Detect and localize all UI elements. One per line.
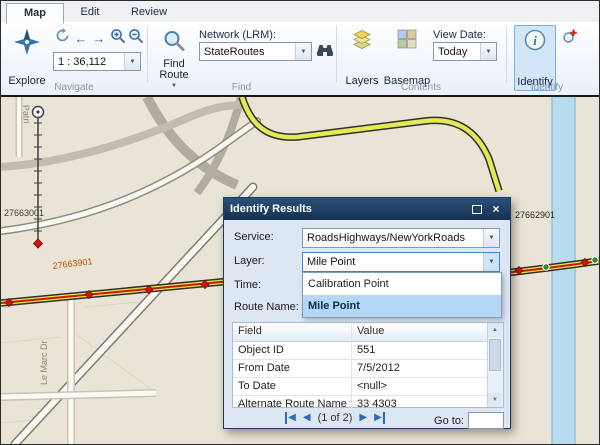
pagination: ◀ ◀ (1 of 2) ▶ ▶ xyxy=(224,412,446,424)
back-button[interactable]: ← xyxy=(72,29,90,47)
group-label-navigate: Navigate xyxy=(1,82,147,93)
chevron-down-icon[interactable]: ▼ xyxy=(124,53,140,70)
identify-route-button[interactable] xyxy=(561,29,579,47)
chevron-down-icon[interactable]: ▼ xyxy=(483,229,499,247)
value-cell: <null> xyxy=(352,378,488,395)
dialog-title: Identify Results xyxy=(230,203,466,215)
dropdown-option-mile-point[interactable]: Mile Point xyxy=(303,295,501,317)
arrow-left-icon: ← xyxy=(75,32,88,45)
zoom-out-icon xyxy=(128,28,144,49)
dropdown-option-calibration-point[interactable]: Calibration Point xyxy=(303,273,501,295)
layer-combo[interactable]: Mile Point ▼ xyxy=(302,252,500,272)
layers-button[interactable]: Layers xyxy=(342,26,382,90)
chevron-down-icon[interactable]: ▼ xyxy=(295,43,311,60)
column-header-field[interactable]: Field xyxy=(233,323,352,341)
view-date-value: Today xyxy=(434,46,480,58)
value-cell: 33 4303 xyxy=(352,396,488,413)
maximize-icon[interactable] xyxy=(469,202,485,216)
tab-review[interactable]: Review xyxy=(118,3,180,22)
svg-text:i: i xyxy=(533,33,537,48)
goto-input[interactable] xyxy=(468,412,504,429)
field-cell: Object ID xyxy=(233,342,352,359)
table-header-row: Field Value xyxy=(233,323,503,342)
search-routes-button[interactable] xyxy=(315,42,335,61)
scale-combo[interactable]: 1 : 36,112 ▼ xyxy=(53,52,141,71)
route-label-27662901: 27662901 xyxy=(515,210,555,220)
layers-icon xyxy=(352,29,372,52)
tab-edit[interactable]: Edit xyxy=(64,3,116,22)
forward-button[interactable]: → xyxy=(90,29,108,47)
layer-dropdown-list: Calibration Point Mile Point xyxy=(302,272,502,318)
scroll-up-icon[interactable]: ▲ xyxy=(488,323,502,337)
group-label-identify: Identify xyxy=(506,82,588,93)
layer-value: Mile Point xyxy=(303,256,483,268)
ribbon-tabbar: Map Edit Review xyxy=(1,1,599,23)
service-label: Service: xyxy=(234,231,274,243)
network-lrm-label: Network (LRM): xyxy=(199,29,276,41)
basemap-icon xyxy=(397,29,417,52)
next-page-button[interactable]: ▶ xyxy=(359,412,367,424)
explore-compass-icon xyxy=(14,29,40,58)
binoculars-icon xyxy=(316,41,334,62)
identify-icon: i xyxy=(523,28,547,55)
group-label-contents: Contents xyxy=(336,82,506,93)
table-scrollbar[interactable]: ▲ ▼ xyxy=(487,323,503,407)
scroll-down-icon[interactable]: ▼ xyxy=(488,393,502,407)
layer-label: Layer: xyxy=(234,255,265,267)
field-cell: Alternate Route Name xyxy=(233,396,352,413)
zoom-in-icon xyxy=(110,28,126,49)
group-divider xyxy=(147,26,148,83)
route-name-label: Route Name: xyxy=(234,301,299,313)
network-combo[interactable]: StateRoutes ▼ xyxy=(199,42,312,61)
find-route-label: Find Route xyxy=(155,59,193,81)
previous-extent-button[interactable] xyxy=(53,29,71,47)
street-label-top: Patri xyxy=(21,105,32,124)
field-cell: To Date xyxy=(233,378,352,395)
group-label-find: Find xyxy=(147,82,336,93)
time-label: Time: xyxy=(234,279,261,291)
group-divider xyxy=(336,26,337,83)
field-cell: From Date xyxy=(233,360,352,377)
table-row: Object ID 551 xyxy=(233,342,503,360)
identify-results-dialog: Identify Results × Service: RoadsHighway… xyxy=(223,197,511,429)
chevron-down-icon[interactable]: ▼ xyxy=(480,43,496,60)
view-date-label: View Date: xyxy=(433,29,486,41)
ribbon: Explore ← → xyxy=(1,22,599,96)
tab-map[interactable]: Map xyxy=(6,3,64,24)
magnifier-icon xyxy=(162,29,186,56)
route-label-27663001: 27663001 xyxy=(4,208,44,218)
scrollbar-thumb[interactable] xyxy=(489,339,501,371)
dialog-titlebar[interactable]: Identify Results × xyxy=(224,198,510,220)
view-date-combo[interactable]: Today ▼ xyxy=(433,42,497,61)
table-row: To Date <null> xyxy=(233,378,503,396)
zoom-out-button[interactable] xyxy=(127,29,145,47)
table-row: From Date 7/5/2012 xyxy=(233,360,503,378)
last-page-button[interactable]: ▶ xyxy=(374,412,385,424)
page-indicator: (1 of 2) xyxy=(318,412,353,424)
service-value: RoadsHighways/NewYorkRoads xyxy=(303,232,483,244)
basemap-button[interactable]: Basemap xyxy=(385,26,429,90)
identify-plus-icon xyxy=(562,28,578,49)
explore-button[interactable]: Explore xyxy=(5,26,49,90)
application-window: Map Edit Review Explore xyxy=(0,0,600,445)
column-header-value[interactable]: Value xyxy=(352,323,488,341)
close-icon[interactable]: × xyxy=(488,202,504,216)
scale-value: 1 : 36,112 xyxy=(54,56,124,68)
chevron-down-icon[interactable]: ▼ xyxy=(483,253,499,271)
group-divider xyxy=(506,26,507,83)
circular-arrow-icon xyxy=(55,28,70,48)
goto-page-container: Go to: xyxy=(434,412,504,429)
network-value: StateRoutes xyxy=(200,46,295,58)
street-label-le-marc-dr: Le Marc Dr xyxy=(39,340,49,385)
value-cell: 7/5/2012 xyxy=(352,360,488,377)
arrow-right-icon: → xyxy=(93,32,106,45)
attributes-table: Field Value Object ID 551 From Date 7/5/… xyxy=(232,322,504,408)
value-cell: 551 xyxy=(352,342,488,359)
first-page-button[interactable]: ◀ xyxy=(285,412,296,424)
prev-page-button[interactable]: ◀ xyxy=(303,412,311,424)
service-combo[interactable]: RoadsHighways/NewYorkRoads ▼ xyxy=(302,228,500,248)
zoom-in-button[interactable] xyxy=(109,29,127,47)
goto-label: Go to: xyxy=(434,415,464,427)
